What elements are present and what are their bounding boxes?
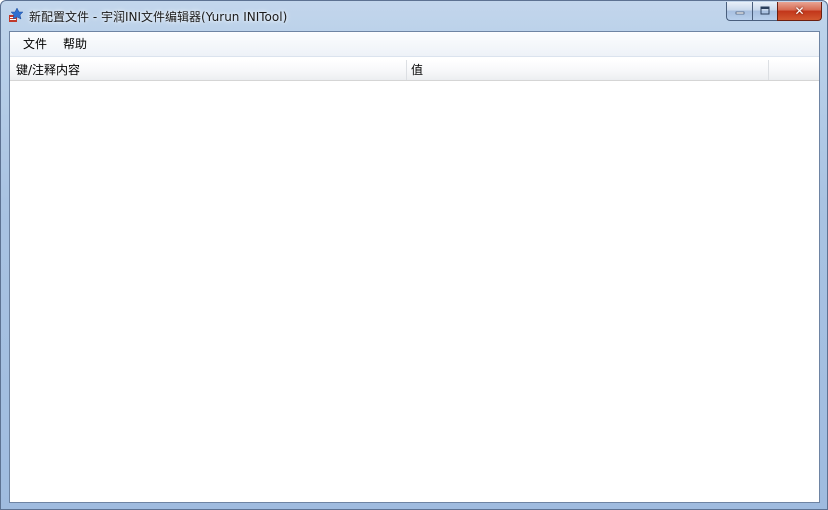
close-button[interactable]: ✕ xyxy=(777,2,822,21)
key-value-list[interactable] xyxy=(10,81,819,502)
client-area: 文件 帮助 键/注释内容 值 xyxy=(9,31,820,503)
menu-help[interactable]: 帮助 xyxy=(56,33,94,55)
app-icon[interactable] xyxy=(8,7,24,23)
window-title: 新配置文件 - 宇润INI文件编辑器(Yurun INITool) xyxy=(29,10,288,24)
application-window: 新配置文件 - 宇润INI文件编辑器(Yurun INITool) ✕ 文件 帮… xyxy=(0,0,828,510)
caption-buttons: ✕ xyxy=(726,2,822,21)
title-bar[interactable]: 新配置文件 - 宇润INI文件编辑器(Yurun INITool) ✕ xyxy=(1,1,827,30)
minimize-button[interactable] xyxy=(726,2,752,21)
maximize-button[interactable] xyxy=(752,2,777,21)
menu-file[interactable]: 文件 xyxy=(16,33,54,55)
list-header: 键/注释内容 值 xyxy=(10,60,819,81)
column-header-filler xyxy=(769,60,819,80)
column-header-key[interactable]: 键/注释内容 xyxy=(10,60,407,80)
column-header-value[interactable]: 值 xyxy=(407,60,769,80)
close-icon: ✕ xyxy=(794,4,805,18)
minimize-icon xyxy=(735,4,745,18)
maximize-icon xyxy=(760,4,770,18)
menu-bar: 文件 帮助 xyxy=(10,32,819,57)
